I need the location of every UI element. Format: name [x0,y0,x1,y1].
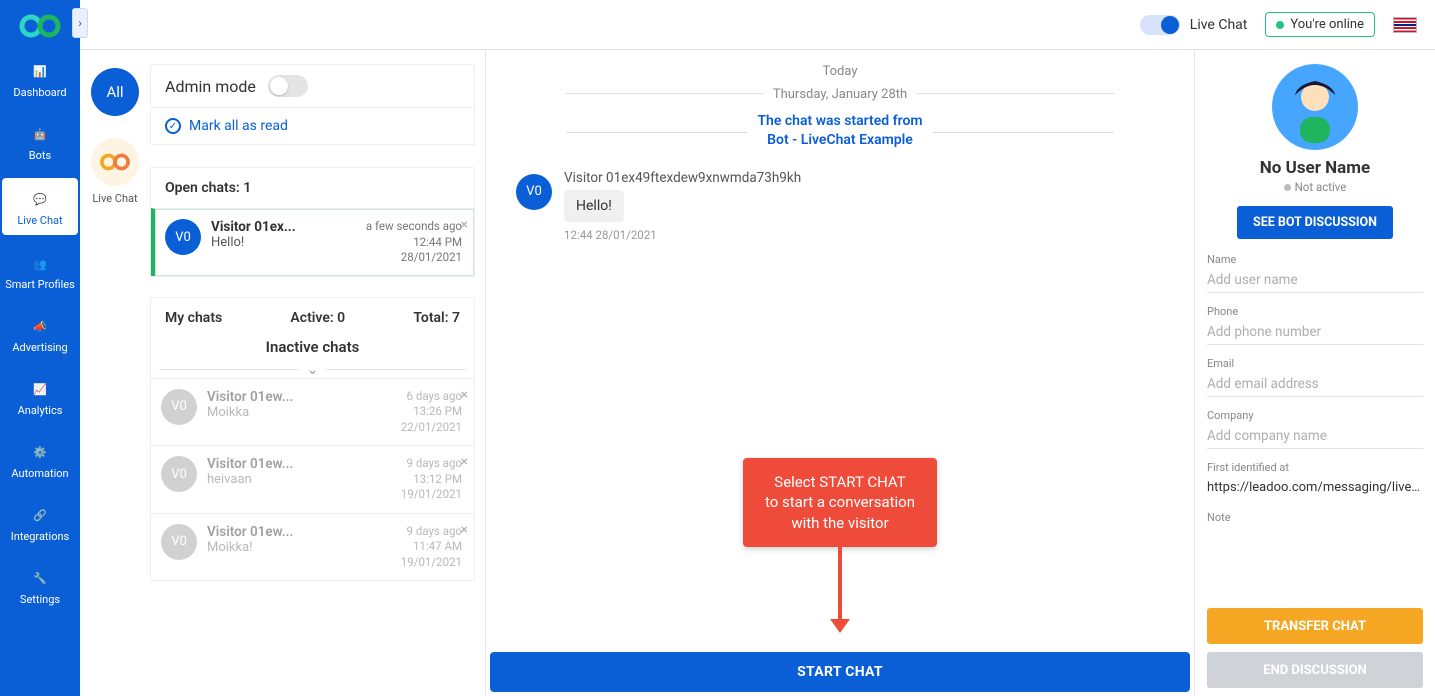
nav-bots[interactable]: 🤖Bots [0,113,80,170]
phone-input[interactable] [1207,320,1423,345]
visitor-avatar: V0 [161,456,197,492]
nav-rail: › 📊Dashboard 🤖Bots 💬Live Chat 👥Smart Pro… [0,0,80,696]
visitor-name: Visitor 01ex... [211,219,356,235]
inactive-chats-header: Inactive chats [151,338,474,362]
close-icon[interactable]: × [461,387,468,403]
conversation-column: Today Thursday, January 28th The chat wa… [485,50,1195,696]
nav-advertising[interactable]: 📣Advertising [0,305,80,362]
day-long-label: Thursday, January 28th [773,87,907,102]
transfer-chat-button[interactable]: TRANSFER CHAT [1207,608,1423,644]
company-label: Company [1207,409,1423,422]
analytics-icon: 📈 [26,378,54,400]
nav-automation[interactable]: ⚙️Automation [0,431,80,488]
start-chat-button[interactable]: START CHAT [490,652,1190,692]
note-label: Note [1207,511,1423,524]
nav-integrations[interactable]: 🔗Integrations [0,494,80,551]
message-bubble: Hello! [564,190,624,222]
content-row: All Live Chat Admin mode ✓ Mark all as r… [80,50,1435,696]
visitor-avatar: V0 [165,219,201,255]
nav-live-chat[interactable]: 💬Live Chat [2,178,78,235]
integrations-icon: 🔗 [26,504,54,526]
livechat-toggle[interactable] [1140,15,1180,35]
filter-all[interactable]: All [91,68,139,116]
livechat-icon: 💬 [26,188,54,210]
status-dot-icon [1284,184,1291,191]
user-avatar-large [1272,64,1358,150]
open-chats-header: Open chats: 1 [151,168,474,208]
first-identified-value: https://leadoo.com/messaging/live-ch... [1207,476,1423,499]
visitor-last-message: Hello! [211,235,356,250]
bots-icon: 🤖 [26,123,54,145]
my-chats-panel: My chats Active: 0 Total: 7 Inactive cha… [150,297,475,582]
chat-start-info: The chat was started fromBot - LiveChat … [757,112,922,150]
total-count: Total: 7 [413,310,460,326]
expand-chevron[interactable]: ⌄ [151,362,474,378]
nav-analytics[interactable]: 📈Analytics [0,368,80,425]
filter-brand[interactable] [91,138,139,186]
admin-mode-toggle[interactable] [268,75,308,97]
message-avatar: V0 [516,174,552,210]
see-bot-discussion-button[interactable]: SEE BOT DISCUSSION [1237,206,1393,239]
email-input[interactable] [1207,372,1423,397]
mark-all-read[interactable]: ✓ Mark all as read [150,108,475,145]
open-chats-panel: Open chats: 1 V0 Visitor 01ex... Hello! … [150,167,475,277]
nav-settings[interactable]: 🔧Settings [0,557,80,614]
end-discussion-button[interactable]: END DISCUSSION [1207,652,1423,688]
chat-list-column: All Live Chat Admin mode ✓ Mark all as r… [80,50,485,696]
message-sender-name: Visitor 01ex49ftexdew9xnwmda73h9kh [564,170,801,186]
inactive-chat-item[interactable]: V0 Visitor 01ew...Moikka! 9 days ago11:4… [151,513,474,581]
active-count: Active: 0 [290,310,345,326]
tutorial-callout: Select START CHATto start a conversation… [743,458,937,633]
callout-box: Select START CHATto start a conversation… [743,458,937,547]
close-icon[interactable]: × [461,454,468,470]
close-icon[interactable]: × [461,217,468,233]
user-status: Not active [1207,180,1423,194]
filter-brand-label: Live Chat [92,192,137,205]
automation-icon: ⚙️ [26,441,54,463]
visitor-avatar: V0 [161,524,197,560]
advertising-icon: 📣 [26,315,54,337]
list-column: Admin mode ✓ Mark all as read Open chats… [150,50,485,696]
message-row: V0 Visitor 01ex49ftexdew9xnwmda73h9kh He… [516,170,1164,242]
nav-dashboard[interactable]: 📊Dashboard [0,50,80,107]
inactive-list: V0 Visitor 01ew...Moikka 6 days ago13:26… [151,378,474,581]
inactive-chat-item[interactable]: V0 Visitor 01ew...heivaan 9 days ago13:1… [151,445,474,513]
inactive-chat-item[interactable]: V0 Visitor 01ew...Moikka 6 days ago13:26… [151,378,474,446]
email-label: Email [1207,357,1423,370]
brand-logo [16,8,64,44]
phone-label: Phone [1207,305,1423,318]
day-label: Today [516,64,1164,79]
user-name-heading: No User Name [1207,158,1423,178]
name-label: Name [1207,253,1423,266]
name-input[interactable] [1207,268,1423,293]
nav-smart-profiles[interactable]: 👥Smart Profiles [0,243,80,299]
profiles-icon: 👥 [26,253,54,275]
open-chat-item[interactable]: V0 Visitor 01ex... Hello! a few seconds … [151,208,474,276]
lead-panel: ◀ Lead info No User Name Not active SEE … [1195,50,1435,696]
check-circle-icon: ✓ [165,118,181,134]
filter-strip: All Live Chat [80,50,150,696]
admin-mode-label: Admin mode [165,77,256,96]
nav-collapse-caret[interactable]: › [72,8,88,38]
company-input[interactable] [1207,424,1423,449]
arrow-down-icon [830,619,850,633]
online-status-badge[interactable]: You're online [1265,12,1375,37]
settings-icon: 🔧 [26,567,54,589]
my-chats-label: My chats [165,310,222,326]
first-identified-label: First identified at [1207,461,1423,474]
main-area: Live Chat You're online All Live Chat [80,0,1435,696]
close-icon[interactable]: × [461,522,468,538]
message-timestamp: 12:44 28/01/2021 [564,228,801,242]
language-flag-uk[interactable] [1393,17,1417,33]
visitor-avatar: V0 [161,389,197,425]
admin-mode-row: Admin mode [150,64,475,108]
dashboard-icon: 📊 [26,60,54,82]
online-dot-icon [1276,21,1284,29]
top-bar: Live Chat You're online [80,0,1435,50]
chat-meta: a few seconds ago 12:44 PM 28/01/2021 [366,219,462,266]
livechat-toggle-label: Live Chat [1190,17,1248,33]
